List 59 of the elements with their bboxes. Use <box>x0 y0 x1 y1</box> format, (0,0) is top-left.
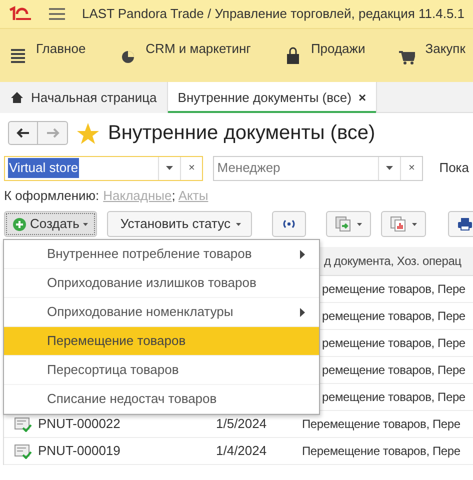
operation-text: Перемещение товаров, Пере <box>302 444 460 458</box>
home-icon <box>10 91 24 104</box>
caret-icon <box>83 222 88 226</box>
menu-item[interactable]: Пересортица товаров <box>4 356 319 385</box>
menu-item[interactable]: Оприходование излишков товаров <box>4 269 319 298</box>
operation-text: Перемещение товаров, Пере <box>302 417 460 431</box>
filter-label: Пока <box>439 159 469 178</box>
section-link[interactable]: Закупк <box>425 39 466 58</box>
report-button[interactable] <box>381 211 426 237</box>
close-button[interactable]: × <box>358 88 366 108</box>
menu-item[interactable]: Списание недостач товаров <box>4 385 319 414</box>
plus-icon <box>13 218 26 230</box>
separator-text: ; <box>172 187 176 206</box>
operation-text: ремещение товаров, Пере <box>322 336 466 350</box>
dropdown-icon[interactable] <box>386 166 394 170</box>
window-title: LAST Pandora Trade / Управление торговлей, редакция 11.4.5.1 <box>82 5 465 24</box>
operation-text: ремещение товаров, Пере <box>322 282 466 296</box>
filter-field[interactable]: Менеджер × <box>213 156 424 180</box>
menu-item[interactable]: Внутреннее потребление товаров <box>4 240 319 269</box>
broadcast-icon <box>281 218 298 230</box>
star-icon[interactable] <box>76 122 100 144</box>
caret-icon <box>357 222 362 226</box>
dropdown-icon[interactable] <box>166 166 174 170</box>
section-link[interactable]: Главное <box>36 39 86 58</box>
printer-icon <box>457 217 473 231</box>
list-icon <box>10 47 26 65</box>
forward-arrow-icon <box>46 128 60 138</box>
clear-button[interactable]: × <box>400 156 422 180</box>
filter-field[interactable]: Virtual store × <box>4 156 204 180</box>
process-label: К оформлению: <box>4 187 100 206</box>
print-button[interactable] <box>448 211 473 237</box>
logo-icon <box>8 6 32 22</box>
operation-text: ремещение товаров, Пере <box>322 309 466 323</box>
document-number: PNUT-000019 <box>38 442 120 460</box>
back-button[interactable] <box>8 121 38 145</box>
document-number: PNUT-000022 <box>38 415 120 434</box>
caret-icon <box>412 222 418 226</box>
documents-icon <box>335 216 352 232</box>
menu-item[interactable]: Перемещение товаров <box>4 327 319 356</box>
clear-button[interactable]: × <box>180 156 202 180</box>
operation-text: ремещение товаров, Пере <box>322 390 466 404</box>
caret-icon <box>236 222 242 226</box>
create-button[interactable]: Создать <box>4 211 98 237</box>
document-date: 1/5/2024 <box>216 416 267 432</box>
documents-button[interactable] <box>326 211 372 237</box>
column-header: д документа, Хоз. операц <box>323 253 462 270</box>
tab[interactable]: Внутренние документы (все) × <box>168 82 378 113</box>
back-arrow-icon <box>16 128 30 138</box>
section-link[interactable]: CRM и маркетинг <box>146 39 251 58</box>
document-date: 1/4/2024 <box>216 443 267 458</box>
section-link[interactable]: Продажи <box>310 39 366 58</box>
bag-icon <box>284 47 301 65</box>
operation-text: ремещение товаров, Пере <box>322 363 466 377</box>
menu-icon[interactable] <box>48 7 66 21</box>
page-title: Внутренние документы (все) <box>108 121 376 146</box>
set-status-button[interactable]: Установить статус <box>107 211 252 237</box>
signal-button[interactable] <box>272 211 306 237</box>
tab[interactable]: Начальная страница <box>0 82 168 113</box>
report-icon <box>390 216 406 232</box>
